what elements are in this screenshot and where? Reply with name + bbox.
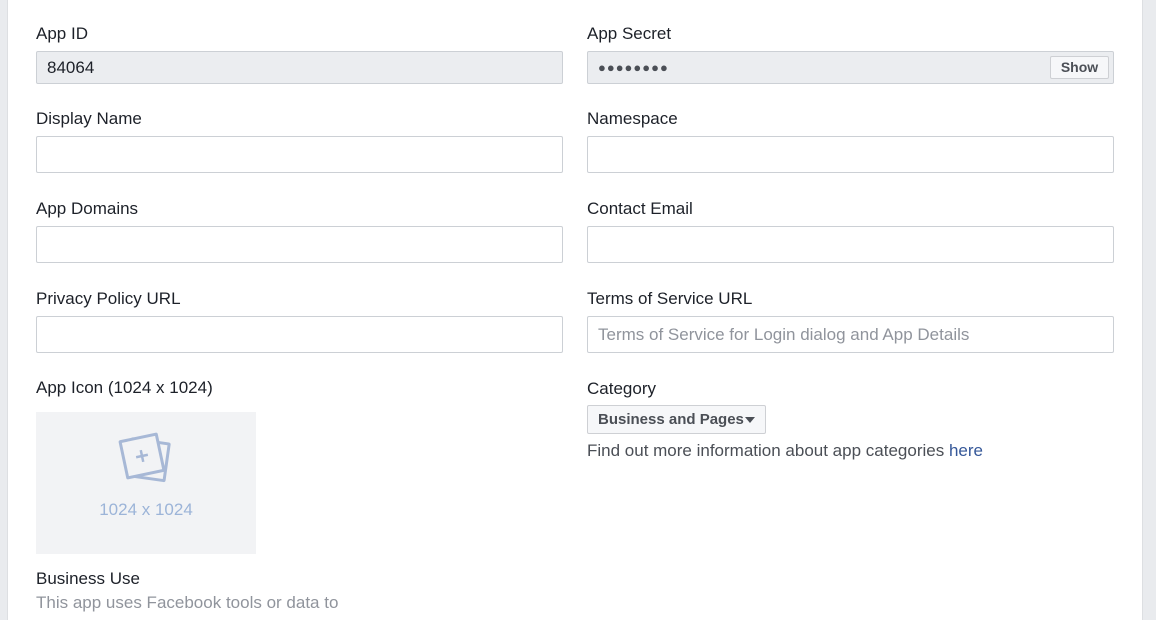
category-info-label: Find out more information about app cate… — [587, 441, 949, 460]
privacy-policy-input[interactable] — [36, 316, 563, 353]
namespace-label: Namespace — [587, 109, 678, 128]
category-dropdown[interactable]: Business and Pages — [587, 405, 766, 434]
category-info-link[interactable]: here — [949, 441, 983, 460]
terms-of-service-label: Terms of Service URL — [587, 289, 753, 308]
app-icon-label: App Icon (1024 x 1024) — [36, 378, 213, 397]
app-secret-field: ●●●●●●●● Show — [587, 51, 1114, 84]
show-secret-button[interactable]: Show — [1050, 56, 1109, 79]
app-icon-upload[interactable]: 1024 x 1024 — [36, 412, 256, 554]
app-secret-label: App Secret — [587, 24, 672, 43]
photo-add-icon — [118, 432, 171, 483]
contact-email-input[interactable] — [587, 226, 1114, 263]
category-info-text: Find out more information about app cate… — [587, 441, 983, 461]
terms-of-service-input[interactable] — [587, 316, 1114, 353]
app-domains-input[interactable] — [36, 226, 563, 263]
business-use-label: Business Use — [36, 569, 140, 588]
app-id-label: App ID — [36, 24, 88, 43]
app-settings-panel: App ID 84064 Display Name App Domains Pr… — [7, 0, 1143, 620]
caret-down-icon — [745, 417, 755, 423]
app-id-field: 84064 — [36, 51, 563, 84]
display-name-input[interactable] — [36, 136, 563, 173]
app-domains-label: App Domains — [36, 199, 139, 218]
app-secret-masked-value: ●●●●●●●● — [598, 60, 669, 75]
namespace-input[interactable] — [587, 136, 1114, 173]
category-label: Category — [587, 379, 656, 398]
contact-email-label: Contact Email — [587, 199, 693, 218]
category-selected-value: Business and Pages — [598, 411, 744, 428]
business-use-description: This app uses Facebook tools or data to — [36, 593, 339, 612]
privacy-policy-label: Privacy Policy URL — [36, 289, 181, 308]
display-name-label: Display Name — [36, 109, 142, 128]
app-icon-size-text: 1024 x 1024 — [99, 500, 193, 519]
